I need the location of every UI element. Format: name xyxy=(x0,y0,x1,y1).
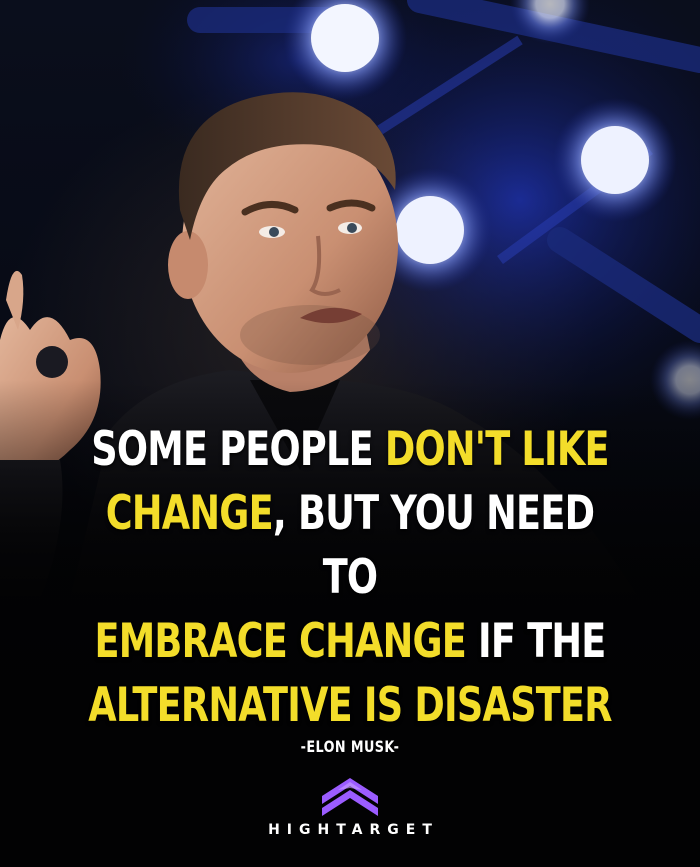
quote-highlight: CHANGE xyxy=(105,486,274,541)
quote-segment: , BUT YOU NEED TO xyxy=(272,486,595,605)
quote-line-4: ALTERNATIVE IS DISASTER xyxy=(77,674,623,738)
quote-highlight: EMBRACE CHANGE xyxy=(94,614,467,669)
quote-line-3: EMBRACE CHANGE IF THE xyxy=(77,610,623,674)
quote-line-2: CHANGE, BUT YOU NEED TO xyxy=(77,482,623,610)
quote-author: -ELON MUSK- xyxy=(300,737,400,756)
brand-name: HIGHTARGET xyxy=(268,822,439,838)
quote-highlight: ALTERNATIVE IS DISASTER xyxy=(88,678,612,733)
quote-segment: SOME PEOPLE xyxy=(91,422,385,477)
quote-text: SOME PEOPLE DON'T LIKE CHANGE, BUT YOU N… xyxy=(77,418,623,738)
chevron-stack-logo-icon xyxy=(322,778,378,816)
quote-highlight: DON'T LIKE xyxy=(384,422,610,477)
quote-line-1: SOME PEOPLE DON'T LIKE xyxy=(77,418,623,482)
quote-segment: IF THE xyxy=(466,614,606,669)
quote-poster: SOME PEOPLE DON'T LIKE CHANGE, BUT YOU N… xyxy=(0,0,700,867)
